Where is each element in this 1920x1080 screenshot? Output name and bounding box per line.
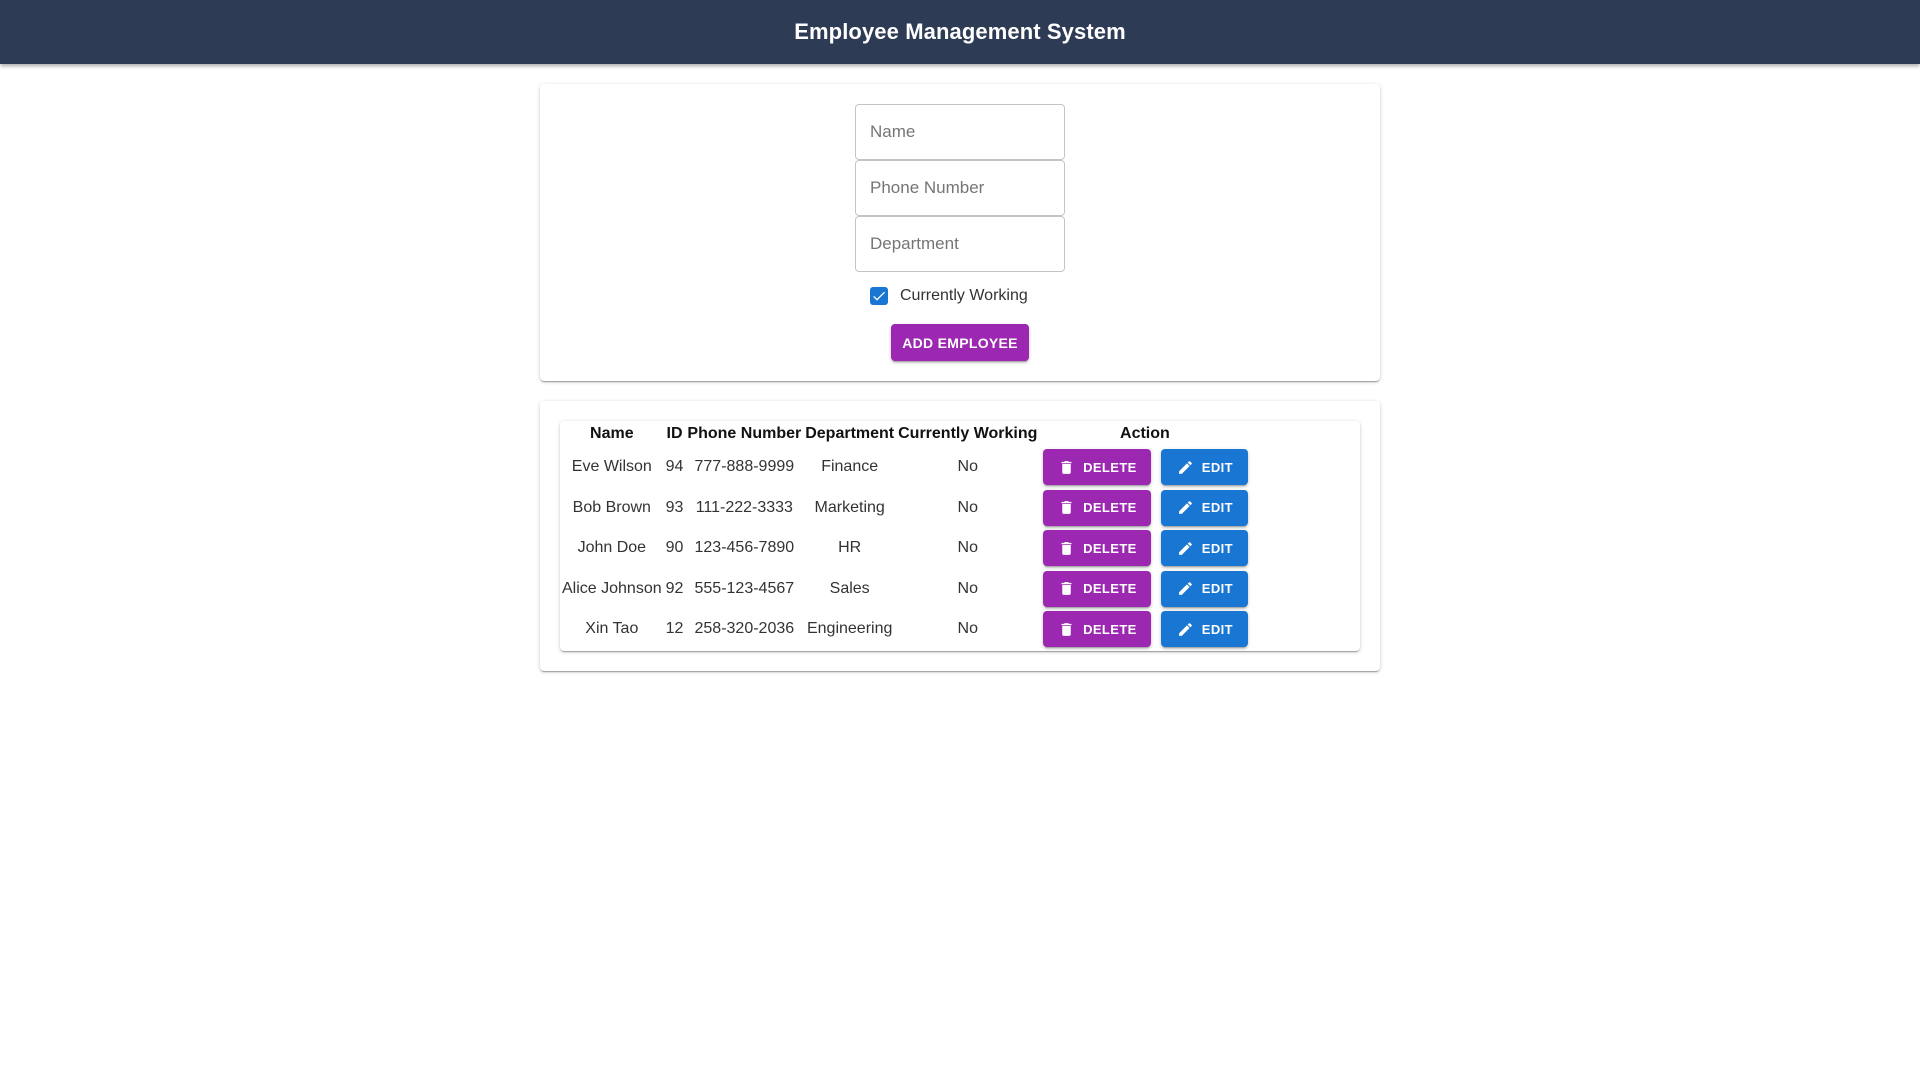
- delete-button-label: DELETE: [1083, 459, 1137, 475]
- department-input[interactable]: [856, 217, 1064, 271]
- employee-table-container: Name ID Phone Number Department Currentl…: [560, 421, 1360, 651]
- cell-name: John Doe: [577, 539, 647, 557]
- cell-department: Engineering: [806, 620, 893, 638]
- delete-button-label: DELETE: [1083, 500, 1137, 516]
- trash-icon: [1061, 622, 1072, 636]
- cell-phone: 123-456-7890: [694, 539, 795, 557]
- currently-working-row: Currently Working: [870, 282, 1028, 310]
- header-action: Action: [1120, 425, 1170, 442]
- pencil-icon: [1178, 582, 1192, 596]
- cell-id: 90: [665, 539, 684, 557]
- trash-icon: [1061, 460, 1072, 474]
- header-currently-working: Currently Working: [898, 425, 1038, 442]
- currently-working-checkbox[interactable]: [870, 287, 888, 305]
- cell-id: 94: [665, 458, 684, 476]
- edit-button[interactable]: EDIT: [1161, 449, 1249, 486]
- cell-currently-working: No: [957, 539, 978, 557]
- cell-currently-working: No: [957, 458, 978, 476]
- edit-button-label: EDIT: [1201, 500, 1234, 516]
- cell-actions: DELETE EDIT: [1039, 609, 1250, 650]
- cell-currently-working: No: [957, 498, 978, 516]
- edit-button[interactable]: EDIT: [1161, 530, 1249, 567]
- header-phone-number: Phone Number: [687, 425, 802, 442]
- name-input[interactable]: [856, 105, 1064, 159]
- table-header-row: Name ID Phone Number Department Currentl…: [560, 421, 1250, 447]
- pencil-icon: [1178, 460, 1192, 474]
- edit-button-label: EDIT: [1201, 459, 1234, 475]
- pencil-icon: [1178, 622, 1192, 636]
- pencil-icon: [1178, 501, 1192, 515]
- cell-name: Bob Brown: [572, 498, 651, 516]
- header-name: Name: [590, 425, 634, 442]
- header-id: ID: [666, 425, 683, 442]
- name-field[interactable]: [855, 104, 1065, 160]
- delete-button-label: DELETE: [1083, 621, 1137, 637]
- cell-department: HR: [838, 539, 862, 557]
- cell-actions: DELETE EDIT: [1039, 488, 1250, 529]
- cell-phone: 111-222-3333: [695, 498, 793, 516]
- add-employee-button[interactable]: ADD EMPLOYEE: [891, 324, 1029, 361]
- cell-phone: 555-123-4567: [694, 579, 795, 597]
- cell-actions: DELETE EDIT: [1039, 447, 1250, 488]
- table-row: John Doe 90 123-456-7890 HR No DELETE ED…: [560, 528, 1250, 569]
- phone-number-field[interactable]: [855, 160, 1065, 216]
- delete-button[interactable]: DELETE: [1043, 611, 1152, 648]
- edit-button-label: EDIT: [1201, 581, 1234, 597]
- edit-button[interactable]: EDIT: [1161, 570, 1249, 607]
- delete-button[interactable]: DELETE: [1043, 489, 1152, 526]
- cell-id: 92: [665, 579, 684, 597]
- table-row: Eve Wilson 94 777-888-9999 Finance No DE…: [560, 447, 1250, 488]
- edit-button[interactable]: EDIT: [1161, 611, 1249, 648]
- cell-actions: DELETE EDIT: [1039, 528, 1250, 569]
- cell-currently-working: No: [957, 579, 978, 597]
- delete-button-label: DELETE: [1083, 540, 1137, 556]
- phone-number-input[interactable]: [856, 161, 1064, 215]
- trash-icon: [1061, 541, 1072, 555]
- employee-table: Name ID Phone Number Department Currentl…: [560, 421, 1250, 650]
- cell-actions: DELETE EDIT: [1039, 569, 1250, 610]
- cell-name: Eve Wilson: [571, 458, 652, 476]
- cell-phone: 258-320-2036: [694, 620, 795, 638]
- cell-department: Marketing: [814, 498, 885, 516]
- edit-button[interactable]: EDIT: [1161, 489, 1249, 526]
- delete-button-label: DELETE: [1083, 581, 1137, 597]
- edit-button-label: EDIT: [1201, 621, 1234, 637]
- check-icon: [873, 291, 885, 301]
- table-row: Bob Brown 93 111-222-3333 Marketing No D…: [560, 488, 1250, 529]
- cell-department: Finance: [821, 458, 879, 476]
- pencil-icon: [1178, 541, 1192, 555]
- table-row: Alice Johnson 92 555-123-4567 Sales No D…: [560, 569, 1250, 610]
- delete-button[interactable]: DELETE: [1043, 530, 1152, 567]
- delete-button[interactable]: DELETE: [1043, 570, 1152, 607]
- cell-department: Sales: [829, 579, 870, 597]
- cell-phone: 777-888-9999: [694, 458, 795, 476]
- cell-name: Alice Johnson: [562, 579, 662, 597]
- cell-name: Xin Tao: [585, 620, 639, 638]
- trash-icon: [1061, 501, 1072, 515]
- currently-working-label: Currently Working: [900, 287, 1028, 304]
- employee-table-card: Name ID Phone Number Department Currentl…: [540, 401, 1380, 671]
- add-employee-form-card: Currently Working ADD EMPLOYEE: [540, 84, 1380, 381]
- cell-currently-working: No: [957, 620, 978, 638]
- app-bar: Employee Management System: [0, 0, 1920, 64]
- edit-button-label: EDIT: [1201, 540, 1234, 556]
- header-department: Department: [805, 425, 895, 442]
- page-title: Employee Management System: [794, 19, 1126, 44]
- delete-button[interactable]: DELETE: [1043, 449, 1152, 486]
- cell-id: 93: [665, 498, 684, 516]
- cell-id: 12: [665, 620, 684, 638]
- trash-icon: [1061, 582, 1072, 596]
- table-row: Xin Tao 12 258-320-2036 Engineering No D…: [560, 609, 1250, 650]
- department-field[interactable]: [855, 216, 1065, 272]
